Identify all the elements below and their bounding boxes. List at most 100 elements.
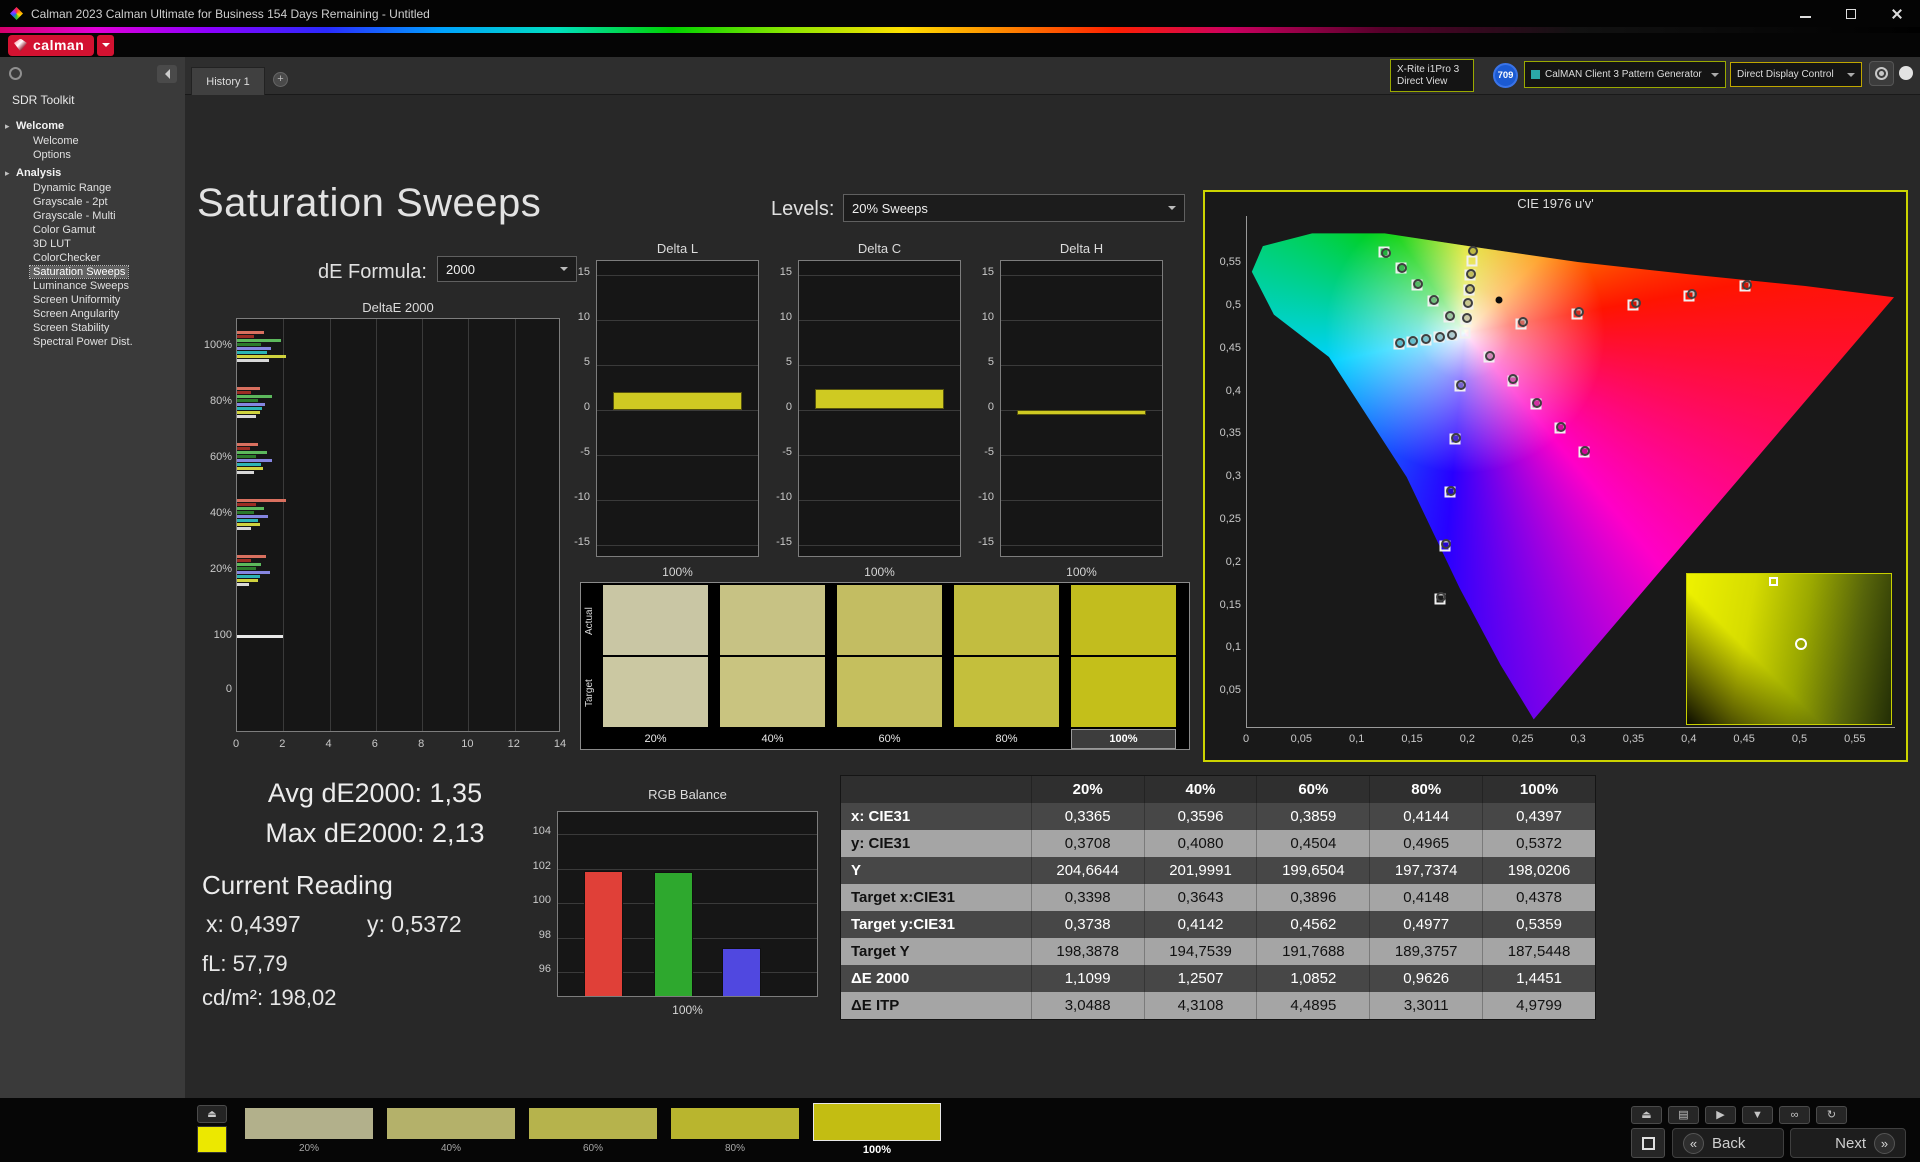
back-button[interactable]: « Back [1672, 1128, 1784, 1158]
gridline [1001, 364, 1162, 366]
patch-80[interactable] [671, 1108, 799, 1139]
axis-label: 100% [672, 1003, 703, 1017]
settings-button[interactable] [1869, 61, 1894, 86]
target-swatch-80 [954, 657, 1059, 727]
cie-measurement-circle [1555, 422, 1566, 432]
patch-40[interactable] [387, 1108, 515, 1139]
sidebar-item-3d-lut[interactable]: 3D LUT [0, 237, 185, 251]
patch-100[interactable] [813, 1103, 941, 1141]
axis-tick-label: 0,55 [1219, 256, 1241, 269]
axis-tick-label: 0,25 [1219, 513, 1241, 525]
sidebar-item-saturation-sweeps[interactable]: Saturation Sweeps [0, 265, 185, 279]
calman-menu-button[interactable] [97, 34, 115, 56]
sidebar-item-label: Grayscale - 2pt [33, 196, 108, 208]
axis-tick-label: 0,45 [1733, 733, 1755, 745]
blue-bar [722, 948, 761, 996]
cie-x-axis [1246, 727, 1895, 728]
de-bar [237, 526, 252, 530]
sidebar-collapse-button[interactable] [157, 65, 177, 83]
source-selector[interactable]: CalMAN Client 3 Pattern Generator [1524, 61, 1726, 88]
sidebar-item-welcome[interactable]: Welcome [0, 134, 185, 148]
green-bar [654, 872, 693, 996]
eject-button[interactable]: ⏏ [1631, 1106, 1662, 1124]
table-cell: 4,9799 [1482, 992, 1595, 1019]
minimize-button[interactable] [1782, 0, 1828, 27]
sidebar-item-screen-uniformity[interactable]: Screen Uniformity [0, 293, 185, 307]
tree-section-welcome[interactable]: Welcome [0, 119, 185, 134]
target-row-label: Target [584, 679, 595, 707]
table-row-label: y: CIE31 [851, 835, 911, 852]
axis-tick-label: 0,1 [1225, 641, 1241, 654]
axis-tick-label: -5 [782, 445, 792, 458]
sidebar-item-label: Grayscale - Multi [33, 210, 116, 222]
colorspace-badge[interactable]: 709 [1493, 63, 1518, 88]
pattern-window-button[interactable] [1631, 1128, 1665, 1158]
workflow-title: SDR Toolkit [12, 93, 75, 107]
tab-add-button[interactable] [273, 72, 288, 87]
download-button[interactable]: ▼ [1742, 1106, 1773, 1124]
maximize-button[interactable] [1828, 0, 1874, 27]
cie-measurement-circle [1461, 312, 1472, 323]
sidebar-item-grayscale-multi[interactable]: Grayscale - Multi [0, 209, 185, 223]
cie-diagram-panel[interactable]: CIE 1976 u'v' 0 0,05 0,1 0,15 0,2 0,25 0,3 0,35… [1203, 190, 1908, 762]
axis-tick-label: 0,45 [1219, 341, 1241, 354]
gridline [558, 834, 817, 836]
sidebar-item-grayscale-2pt[interactable]: Grayscale - 2pt [0, 195, 185, 209]
table-cell: 0,3896 [1256, 884, 1369, 911]
swatch-level-label: 20% [644, 733, 667, 745]
table-cell: 0,4562 [1256, 911, 1369, 938]
workflow-radio-icon[interactable] [9, 67, 22, 80]
sidebar-item-options[interactable]: Options [0, 148, 185, 162]
target-swatch-40 [720, 657, 825, 727]
meter-selector[interactable]: X-Rite i1Pro 3 Direct View [1390, 59, 1474, 92]
cie-measurement-circle [1579, 445, 1590, 456]
pattern-screen-button[interactable]: ▤ [1668, 1106, 1699, 1124]
axis-tick-label: 10 [461, 738, 474, 750]
sidebar-item-color-gamut[interactable]: Color Gamut [0, 223, 185, 237]
continuous-read-button[interactable]: ∞ [1779, 1106, 1810, 1124]
sidebar-item-dynamic-range[interactable]: Dynamic Range [0, 181, 185, 195]
patch-label: 100% [862, 1144, 892, 1156]
cie-measurement-circle [1434, 331, 1445, 342]
delta-c-chart: Delta C 100% 15 10 5 0 -5 -10 -15 [756, 235, 968, 587]
axis-tick-label: 80% [209, 395, 232, 408]
patch-20[interactable] [245, 1108, 373, 1139]
patch-label: 20% [298, 1143, 319, 1154]
patch-60[interactable] [529, 1108, 657, 1139]
next-button[interactable]: Next » [1790, 1128, 1906, 1158]
sidebar-item-label: Screen Angularity [33, 308, 120, 320]
cie-measurement-circle [1484, 350, 1495, 361]
tab-history-1[interactable]: History 1 [191, 67, 265, 95]
table-row: Target x:CIE31 0,3398 0,3643 0,3896 0,4148 0,… [841, 884, 1595, 911]
sidebar-item-colorchecker[interactable]: ColorChecker [0, 251, 185, 265]
sidebar-item-screen-angularity[interactable]: Screen Angularity [0, 307, 185, 321]
sidebar-item-screen-stability[interactable]: Screen Stability [0, 321, 185, 335]
table-cell: 0,3365 [1030, 803, 1144, 830]
cie-measurement-circle [1446, 486, 1457, 497]
table-cell: 187,5448 [1482, 938, 1595, 965]
levels-label: Levels: [771, 198, 835, 220]
tree-section-analysis[interactable]: Analysis [0, 166, 185, 181]
de-formula-label: dE Formula: [318, 261, 427, 283]
levels-value: 20% Sweeps [852, 200, 928, 216]
sidebar-item-spectral-power-dist[interactable]: Spectral Power Dist. [0, 335, 185, 349]
current-reading-heading: Current Reading [202, 870, 393, 900]
chevron-down-icon [1711, 72, 1719, 81]
axis-tick-label: 0,15 [1219, 598, 1241, 611]
cie-measurement-circle [1468, 245, 1479, 256]
table-cell: 0,4080 [1143, 830, 1257, 857]
gridline [329, 319, 331, 731]
sidebar-item-luminance-sweeps[interactable]: Luminance Sweeps [0, 279, 185, 293]
cie-measurement-circle [1381, 247, 1392, 258]
close-button[interactable] [1874, 0, 1920, 27]
table-cell: 3,3011 [1369, 992, 1482, 1019]
gridline [597, 274, 758, 276]
next-button-label: Next [1835, 1134, 1866, 1152]
play-button[interactable]: ▶ [1705, 1106, 1736, 1124]
calman-logo[interactable]: calman [8, 34, 95, 56]
patch-eject-button[interactable]: ⏏ [197, 1105, 227, 1123]
levels-select[interactable]: 20% Sweeps [843, 194, 1185, 222]
reset-button[interactable]: ↻ [1816, 1106, 1847, 1124]
table-cell: 191,7688 [1256, 938, 1369, 965]
display-control-selector[interactable]: Direct Display Control [1730, 62, 1862, 87]
